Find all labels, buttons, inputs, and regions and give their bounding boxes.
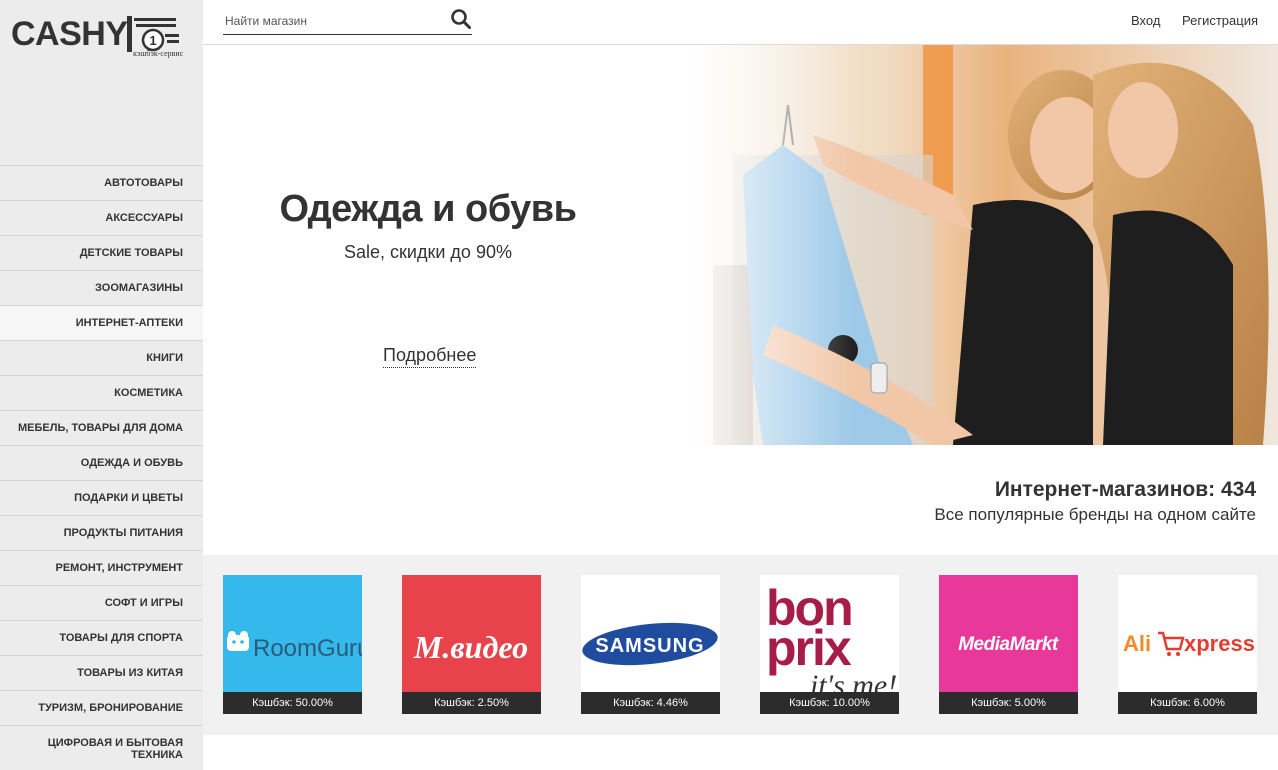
sidebar-item-auto[interactable]: АВТОТОВАРЫ [0, 165, 203, 200]
hero-banner: Одежда и обувь Sale, скидки до 90% Подро… [203, 45, 1278, 445]
cashback-badge: Кэшбэк: 2.50% [402, 692, 541, 714]
cashback-badge: Кэшбэк: 50.00% [223, 692, 362, 714]
hero-more-link[interactable]: Подробнее [383, 345, 477, 368]
stores-count-subtitle: Все популярные бренды на одном сайте [934, 505, 1256, 524]
sidebar-item-books[interactable]: КНИГИ [0, 340, 203, 375]
sidebar: CASHY 1 кэшбэк-сервис АВТОТОВАРЫ АКСЕССУ… [0, 0, 203, 770]
category-list: АВТОТОВАРЫ АКСЕССУАРЫ ДЕТСКИЕ ТОВАРЫ ЗОО… [0, 165, 203, 770]
sidebar-item-electronics[interactable]: ЦИФРОВАЯ И БЫТОВАЯ ТЕХНИКА [0, 725, 203, 770]
coin-number: 1 [149, 33, 156, 48]
sidebar-item-sport[interactable]: ТОВАРЫ ДЛЯ СПОРТА [0, 620, 203, 655]
sidebar-item-cosmetics[interactable]: КОСМЕТИКА [0, 375, 203, 410]
search-box [223, 6, 472, 35]
cashback-badge: Кэшбэк: 5.00% [939, 692, 1078, 714]
search-icon[interactable] [450, 8, 472, 30]
store-card-mediamarkt[interactable]: MediaMarkt Кэшбэк: 5.00% [939, 575, 1078, 714]
sidebar-item-pharmacy[interactable]: ИНТЕРНЕТ-АПТЕКИ [0, 305, 203, 340]
store-card-mvideo[interactable]: М.видео Кэшбэк: 2.50% [402, 575, 541, 714]
sidebar-item-travel[interactable]: ТУРИЗМ, БРОНИРОВАНИЕ [0, 690, 203, 725]
aliexpress-wordmark-ali: Ali [1123, 631, 1151, 656]
register-link[interactable]: Регистрация [1182, 13, 1258, 28]
aliexpress-wordmark-xpress: xpress [1184, 631, 1255, 656]
hero-subtitle: Sale, скидки до 90% [344, 242, 512, 262]
cashback-badge: Кэшбэк: 10.00% [760, 692, 899, 714]
bonprix-wordmark-line2: prix [766, 620, 852, 676]
sidebar-item-repair[interactable]: РЕМОНТ, ИНСТРУМЕНТ [0, 550, 203, 585]
sidebar-item-furniture[interactable]: МЕБЕЛЬ, ТОВАРЫ ДЛЯ ДОМА [0, 410, 203, 445]
sidebar-item-accessories[interactable]: АКСЕССУАРЫ [0, 200, 203, 235]
store-card-samsung[interactable]: SAMSUNG Кэшбэк: 4.46% [581, 575, 720, 714]
samsung-wordmark: SAMSUNG [595, 635, 704, 657]
store-card-bonprix[interactable]: bon prix it's me! Кэшбэк: 10.00% [760, 575, 899, 714]
cashback-badge: Кэшбэк: 4.46% [581, 692, 720, 714]
sidebar-item-clothing[interactable]: ОДЕЖДА И ОБУВЬ [0, 445, 203, 480]
sidebar-item-software[interactable]: СОФТ И ИГРЫ [0, 585, 203, 620]
shopping-women-photo [673, 45, 1278, 445]
mvideo-wordmark: М.видео [413, 629, 528, 665]
sidebar-item-china[interactable]: ТОВАРЫ ИЗ КИТАЯ [0, 655, 203, 690]
hero-title: Одежда и обувь [279, 188, 577, 230]
featured-stores: RoomGuru Кэшбэк: 50.00% М.видео Кэшбэк: … [203, 555, 1278, 735]
sidebar-item-pets[interactable]: ЗООМАГАЗИНЫ [0, 270, 203, 305]
logo-subtitle: кэшбэк-сервис [133, 49, 184, 58]
mediamarkt-wordmark: MediaMarkt [958, 634, 1059, 655]
cashy-logo[interactable]: CASHY 1 кэшбэк-сервис [11, 12, 186, 60]
sidebar-item-food[interactable]: ПРОДУКТЫ ПИТАНИЯ [0, 515, 203, 550]
store-card-roomguru[interactable]: RoomGuru Кэшбэк: 50.00% [223, 575, 362, 714]
sidebar-item-gifts[interactable]: ПОДАРКИ И ЦВЕТЫ [0, 480, 203, 515]
search-input[interactable] [225, 12, 440, 30]
store-card-aliexpress[interactable]: Ali xpress Кэшбэк: 6.00% [1118, 575, 1257, 714]
login-link[interactable]: Вход [1131, 13, 1160, 28]
sidebar-item-kids[interactable]: ДЕТСКИЕ ТОВАРЫ [0, 235, 203, 270]
roomguru-wordmark: RoomGuru [253, 635, 362, 662]
logo-text: CASHY [11, 15, 128, 53]
top-header: Вход Регистрация [203, 0, 1278, 45]
cashback-badge: Кэшбэк: 6.00% [1118, 692, 1257, 714]
stores-count-title: Интернет-магазинов: 434 [994, 478, 1256, 501]
